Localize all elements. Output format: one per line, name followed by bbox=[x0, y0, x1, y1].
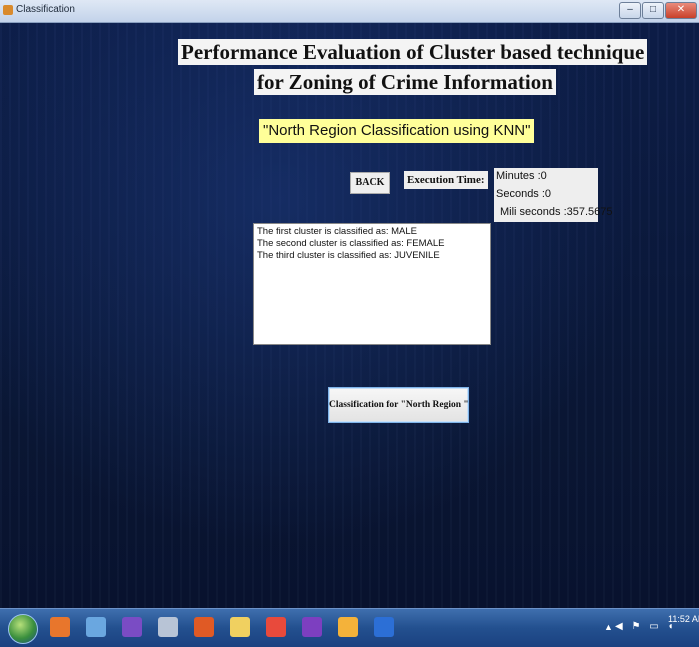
page-subtitle: "North Region Classification using KNN" bbox=[259, 119, 535, 143]
visual-studio-icon[interactable] bbox=[122, 617, 142, 637]
seconds-value: Seconds :0 bbox=[496, 188, 552, 200]
vs-code-icon[interactable] bbox=[302, 617, 322, 637]
taskbar: ▲ ◀ ⚑ ▭ ◖ 11:52 AM bbox=[0, 608, 699, 647]
minutes-value: Minutes :0 bbox=[496, 170, 547, 182]
classify-north-region-button[interactable]: Classification for "North Region " bbox=[328, 387, 469, 423]
folder-icon[interactable] bbox=[230, 617, 250, 637]
result-line: The third cluster is classified as: JUVE… bbox=[257, 250, 440, 261]
milliseconds-value: Mili seconds :357.5675 bbox=[500, 206, 613, 218]
page-title-line-1: Performance Evaluation of Cluster based … bbox=[178, 39, 648, 65]
maximize-button[interactable]: □ bbox=[642, 2, 664, 19]
chrome-icon[interactable] bbox=[266, 617, 286, 637]
window-title: Classification bbox=[16, 4, 75, 15]
execution-time-label: Execution Time: bbox=[404, 171, 488, 189]
clock[interactable]: 11:52 AM bbox=[668, 614, 699, 624]
window-controls: – □ ✕ bbox=[618, 2, 697, 19]
start-button[interactable] bbox=[8, 614, 38, 644]
main-form: Performance Evaluation of Cluster based … bbox=[0, 23, 699, 608]
paint-icon[interactable] bbox=[158, 617, 178, 637]
network-icon[interactable] bbox=[86, 617, 106, 637]
result-line: The second cluster is classified as: FEM… bbox=[257, 238, 445, 249]
page-title-line-2: for Zoning of Crime Information bbox=[254, 69, 556, 95]
app-icon bbox=[3, 5, 13, 15]
close-button[interactable]: ✕ bbox=[665, 2, 697, 19]
back-button[interactable]: BACK bbox=[350, 172, 390, 194]
tray-expand-icon[interactable]: ▲ bbox=[604, 622, 613, 632]
firefox-icon[interactable] bbox=[50, 617, 70, 637]
results-textbox[interactable]: The first cluster is classified as: MALE… bbox=[253, 223, 491, 345]
sticky-notes-icon[interactable] bbox=[338, 617, 358, 637]
word-icon[interactable] bbox=[374, 617, 394, 637]
minimize-button[interactable]: – bbox=[619, 2, 641, 19]
result-line: The first cluster is classified as: MALE bbox=[257, 226, 417, 237]
execution-time-panel: Minutes :0 Seconds :0 Mili seconds :357.… bbox=[494, 168, 613, 222]
window-title-bar[interactable]: Classification – □ ✕ bbox=[0, 0, 699, 23]
matlab-icon[interactable] bbox=[194, 617, 214, 637]
